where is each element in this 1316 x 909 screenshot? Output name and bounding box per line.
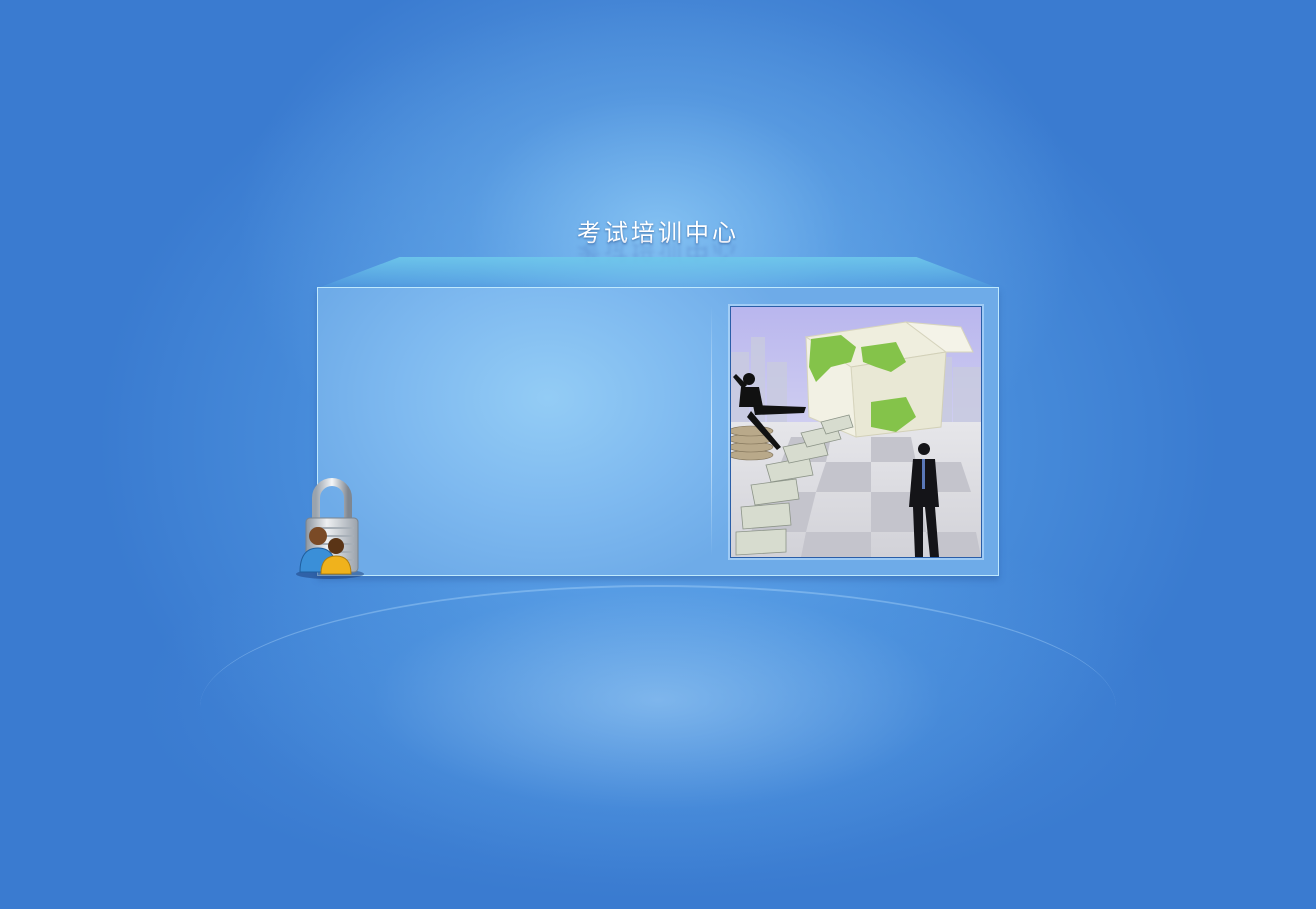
panel-divider: [711, 306, 712, 556]
panel-top-bevel: [318, 257, 998, 288]
page-title: 考试培训中心: [577, 219, 739, 247]
lock-with-users-icon: [292, 476, 372, 581]
login-panel: [317, 287, 999, 576]
business-globe-illustration: [730, 306, 982, 558]
floor-highlight: [200, 585, 1116, 707]
